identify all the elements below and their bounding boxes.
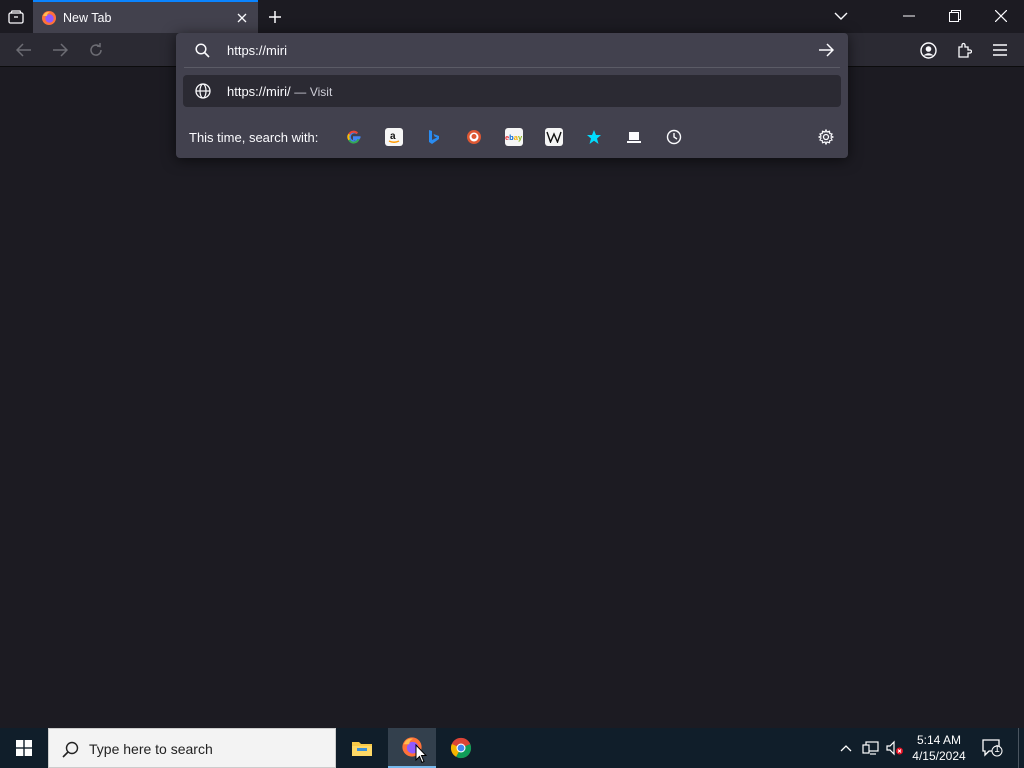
suggestion-action: Visit — [309, 85, 333, 99]
network-icon[interactable] — [861, 739, 881, 757]
tab-title: New Tab — [63, 11, 112, 25]
windows-start-icon[interactable] — [0, 728, 48, 768]
restore-icon[interactable] — [944, 6, 966, 26]
mouse-cursor-icon — [414, 743, 428, 765]
firefox-view-icon[interactable] — [6, 7, 26, 27]
clock-time: 5:14 AM — [916, 733, 962, 747]
go-arrow-icon[interactable] — [817, 42, 835, 58]
divider — [184, 67, 840, 68]
minimize-icon[interactable] — [898, 6, 920, 26]
globe-icon — [195, 83, 211, 99]
firefox-taskbar-icon[interactable] — [388, 728, 436, 768]
menu-icon[interactable] — [990, 40, 1010, 60]
windows-taskbar: Type here to search 5:14 AM 4/15/2024 1 — [0, 728, 1024, 768]
account-icon[interactable] — [918, 40, 938, 60]
tabs-icon[interactable] — [625, 128, 643, 146]
taskbar-search-box[interactable]: Type here to search — [48, 728, 336, 768]
show-desktop-button[interactable] — [1018, 728, 1024, 768]
amazon-icon[interactable]: a — [385, 128, 403, 146]
one-off-search-bar: This time, search with: a ebay — [176, 121, 848, 153]
back-arrow-icon[interactable] — [14, 40, 34, 60]
url-input-row[interactable]: https://miri — [176, 33, 848, 67]
suggestion-separator: — — [294, 85, 307, 99]
wikipedia-icon[interactable] — [545, 128, 563, 146]
notification-count-badge: 1 — [994, 744, 1000, 755]
chrome-icon[interactable] — [437, 728, 485, 768]
history-icon[interactable] — [665, 128, 683, 146]
url-input[interactable]: https://miri — [227, 43, 287, 58]
tab-new-tab[interactable]: New Tab — [33, 0, 258, 33]
search-icon — [194, 42, 210, 58]
svg-text:ebay: ebay — [505, 133, 523, 142]
search-icon — [61, 740, 79, 758]
list-all-tabs-chevron-icon[interactable] — [831, 6, 851, 26]
bookmarks-icon[interactable] — [585, 128, 603, 146]
close-tab-icon[interactable] — [234, 10, 250, 26]
google-icon[interactable] — [345, 128, 363, 146]
svg-text:a: a — [390, 131, 396, 142]
search-settings-gear-icon[interactable] — [817, 128, 835, 146]
notifications-icon[interactable]: 1 — [980, 737, 1004, 759]
show-hidden-icons-chevron-icon[interactable] — [838, 739, 854, 757]
forward-arrow-icon[interactable] — [50, 40, 70, 60]
firefox-icon — [41, 10, 57, 26]
new-tab-plus-icon[interactable] — [265, 7, 285, 27]
close-window-icon[interactable] — [990, 6, 1012, 26]
taskbar-clock[interactable]: 5:14 AM 4/15/2024 — [904, 732, 974, 764]
urlbar-dropdown: https://miri https://miri/ — Visit This … — [176, 33, 848, 158]
bing-icon[interactable] — [425, 128, 443, 146]
file-explorer-icon[interactable] — [338, 728, 386, 768]
url-suggestion-row[interactable]: https://miri/ — Visit — [183, 75, 841, 107]
taskbar-search-placeholder: Type here to search — [89, 741, 213, 757]
volume-muted-icon[interactable] — [885, 739, 905, 757]
clock-date: 4/15/2024 — [912, 749, 966, 763]
tab-bar: New Tab — [0, 0, 1024, 33]
extensions-icon[interactable] — [954, 40, 974, 60]
search-with-label: This time, search with: — [189, 130, 319, 145]
duckduckgo-icon[interactable] — [465, 128, 483, 146]
page-content — [0, 68, 1024, 728]
suggestion-url: https://miri/ — [227, 84, 291, 99]
ebay-icon[interactable]: ebay — [505, 128, 523, 146]
reload-icon[interactable] — [86, 40, 106, 60]
suggestion-text: https://miri/ — Visit — [227, 84, 332, 99]
